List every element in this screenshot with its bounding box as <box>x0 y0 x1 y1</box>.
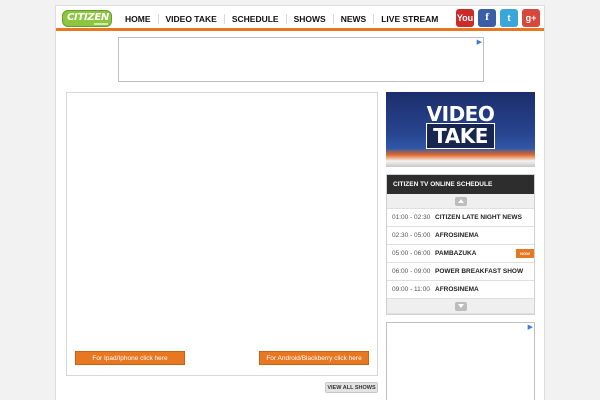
scroll-down-icon[interactable] <box>455 302 467 311</box>
site-header: CITIZEN HOME VIDEO TAKE SCHEDULE SHOWS N… <box>56 6 544 31</box>
schedule-show: PAMBAZUKA <box>435 250 477 257</box>
video-take-line2: TAKE <box>386 123 535 149</box>
google-plus-icon[interactable]: g+ <box>522 9 540 27</box>
citizen-logo[interactable]: CITIZEN <box>62 10 112 27</box>
schedule-show: AFROSINEMA <box>435 286 479 293</box>
schedule-show: CITIZEN LATE NIGHT NEWS <box>435 214 522 221</box>
nav-shows[interactable]: SHOWS <box>285 13 333 24</box>
nav-schedule[interactable]: SCHEDULE <box>223 13 286 24</box>
schedule-scroll-down-row <box>387 299 534 314</box>
schedule-row[interactable]: 09:00 - 11:00 AFROSINEMA <box>387 281 534 299</box>
schedule-row[interactable]: 06:00 - 09:00 POWER BREAKFAST SHOW <box>387 263 534 281</box>
view-all-shows-button[interactable]: VIEW ALL SHOWS <box>325 382 378 393</box>
schedule-row[interactable]: 01:00 - 02:30 CITIZEN LATE NIGHT NEWS <box>387 209 534 227</box>
youtube-icon[interactable]: You <box>456 9 474 27</box>
schedule-time: 02:30 - 05:00 <box>392 232 431 239</box>
schedule-row[interactable]: 02:30 - 05:00 AFROSINEMA <box>387 227 534 245</box>
schedule-time: 05:00 - 06:00 <box>392 250 431 257</box>
schedule-time: 01:00 - 02:30 <box>392 214 431 221</box>
schedule-time: 09:00 - 11:00 <box>392 286 430 293</box>
side-ad-banner[interactable]: ▶ <box>386 322 535 400</box>
schedule-time: 06:00 - 09:00 <box>392 268 431 275</box>
social-links: You f t g+ <box>456 9 540 27</box>
scroll-up-icon[interactable] <box>455 197 467 206</box>
schedule-show: POWER BREAKFAST SHOW <box>435 268 524 275</box>
nav-news[interactable]: NEWS <box>332 13 374 24</box>
schedule-scroll-up-row <box>387 194 534 209</box>
video-player[interactable]: For Ipad/Iphone click here For Android/B… <box>66 92 378 376</box>
video-take-banner[interactable]: VIDEO TAKE <box>386 92 535 167</box>
now-badge: NOW <box>516 249 534 258</box>
adchoices-icon[interactable]: ▶ <box>528 323 533 331</box>
schedule-row[interactable]: 05:00 - 06:00 PAMBAZUKA NOW <box>387 245 534 263</box>
page-container: CITIZEN HOME VIDEO TAKE SCHEDULE SHOWS N… <box>55 5 545 400</box>
schedule-title: CITIZEN TV ONLINE SCHEDULE <box>387 175 534 194</box>
twitter-icon[interactable]: t <box>500 9 518 27</box>
logo-text: CITIZEN <box>67 12 109 23</box>
adchoices-icon[interactable]: ▶ <box>477 38 482 46</box>
nav-video-take[interactable]: VIDEO TAKE <box>157 13 224 24</box>
schedule-widget: CITIZEN TV ONLINE SCHEDULE 01:00 - 02:30… <box>386 174 535 315</box>
nav-home[interactable]: HOME <box>118 14 158 24</box>
top-ad-banner[interactable]: ▶ <box>118 37 484 82</box>
main-nav: HOME VIDEO TAKE SCHEDULE SHOWS NEWS LIVE… <box>118 6 445 31</box>
nav-live-stream[interactable]: LIVE STREAM <box>373 13 445 24</box>
ios-stream-button[interactable]: For Ipad/Iphone click here <box>75 351 185 365</box>
android-stream-button[interactable]: For Android/Blackberry click here <box>259 351 369 365</box>
facebook-icon[interactable]: f <box>478 9 496 27</box>
schedule-show: AFROSINEMA <box>435 232 479 239</box>
